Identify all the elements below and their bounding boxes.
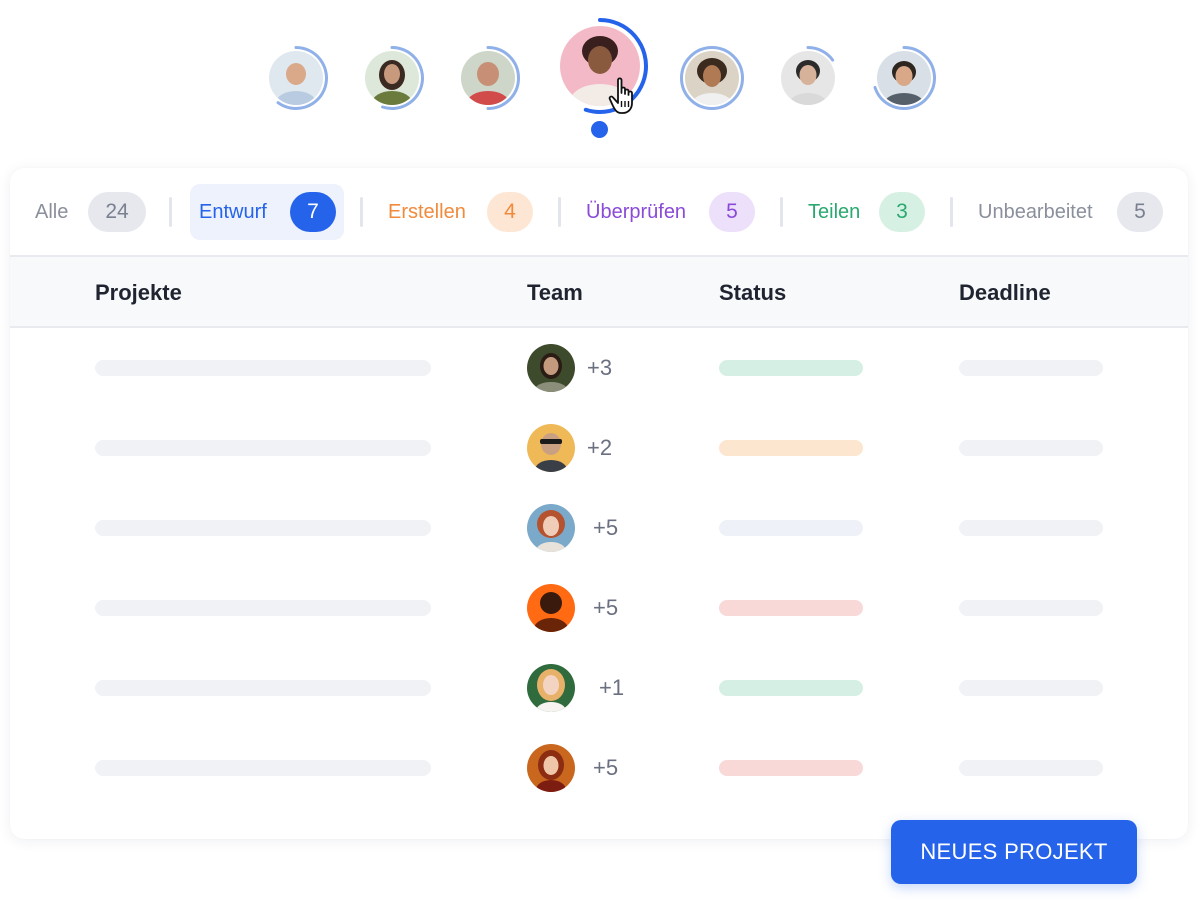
- column-header-projects[interactable]: Projekte: [95, 280, 182, 306]
- deadline-placeholder: [959, 520, 1103, 536]
- tab-label: Überprüfen: [586, 201, 687, 223]
- deadline-placeholder: [959, 680, 1103, 696]
- team-avatar: [527, 664, 575, 712]
- deadline-placeholder: [959, 760, 1103, 776]
- table-row[interactable]: +2: [10, 408, 1188, 488]
- column-header-deadline[interactable]: Deadline: [959, 280, 1051, 306]
- status-bar: [719, 680, 863, 696]
- avatar-1[interactable]: [264, 46, 328, 110]
- avatar-photo: [269, 51, 323, 105]
- avatar-3[interactable]: [456, 46, 520, 110]
- tab-label: Unbearbeitet: [978, 201, 1093, 223]
- tab-ueberpruefen[interactable]: Überprüfen 5: [578, 184, 758, 240]
- deadline-placeholder: [959, 360, 1103, 376]
- table-header: Projekte Team Status Deadline: [10, 255, 1188, 328]
- tab-erstellen[interactable]: Erstellen 4: [380, 184, 540, 240]
- status-bar: [719, 360, 863, 376]
- project-name-placeholder: [95, 360, 431, 376]
- tab-count-badge: 4: [487, 192, 533, 232]
- team-extra-count: +5: [593, 515, 619, 540]
- tab-count-badge: 5: [1117, 192, 1163, 232]
- project-name-placeholder: [95, 440, 431, 456]
- team-extra-count: +2: [587, 435, 613, 460]
- avatar-photo: [877, 51, 931, 105]
- team-extra-count: +1: [599, 675, 625, 700]
- avatar-5[interactable]: [680, 46, 744, 110]
- avatar-photo: [781, 51, 835, 105]
- team-avatar: [527, 344, 575, 392]
- avatar-photo: [685, 51, 739, 105]
- tab-label: Erstellen: [388, 201, 466, 223]
- status-bar: [719, 440, 863, 456]
- hand-cursor-icon: [608, 77, 633, 114]
- tab-alle[interactable]: Alle 24: [25, 184, 155, 240]
- deadline-placeholder: [959, 600, 1103, 616]
- tab-count-badge: 24: [88, 192, 146, 232]
- tab-divider: [950, 197, 953, 227]
- table-row[interactable]: +5: [10, 488, 1188, 568]
- tab-count-badge: 7: [290, 192, 336, 232]
- team-avatar: [527, 584, 575, 632]
- tab-teilen[interactable]: Teilen 3: [800, 184, 930, 240]
- tab-label: Teilen: [808, 201, 861, 223]
- tab-entwurf[interactable]: Entwurf 7: [190, 184, 344, 240]
- status-bar: [719, 520, 863, 536]
- status-bar: [719, 760, 863, 776]
- tab-label: Entwurf: [199, 201, 267, 223]
- avatar-photo: [365, 51, 419, 105]
- avatar-strip: [0, 0, 1200, 150]
- tab-divider: [780, 197, 783, 227]
- project-name-placeholder: [95, 520, 431, 536]
- project-name-placeholder: [95, 680, 431, 696]
- project-name-placeholder: [95, 600, 431, 616]
- team-extra-count: +3: [587, 355, 613, 380]
- tab-divider: [169, 197, 172, 227]
- table-row[interactable]: +1: [10, 648, 1188, 728]
- status-bar: [719, 600, 863, 616]
- status-tabs: Alle 24 Entwurf 7 Erstellen 4 Überprüfen…: [10, 168, 1188, 255]
- team-extra-count: +5: [593, 595, 619, 620]
- tab-count-badge: 5: [709, 192, 755, 232]
- team-avatar: [527, 504, 575, 552]
- column-header-team[interactable]: Team: [527, 280, 583, 306]
- team-extra-count: +5: [593, 755, 619, 780]
- table-row[interactable]: +5: [10, 728, 1188, 808]
- avatar-photo: [461, 51, 515, 105]
- tab-count-badge: 3: [879, 192, 925, 232]
- tab-divider: [558, 197, 561, 227]
- team-avatar: [527, 424, 575, 472]
- project-name-placeholder: [95, 760, 431, 776]
- avatar-2[interactable]: [360, 46, 424, 110]
- column-header-status[interactable]: Status: [719, 280, 786, 306]
- active-indicator-dot: [591, 121, 608, 138]
- tab-unbearbeitet[interactable]: Unbearbeitet 5: [970, 184, 1170, 240]
- tab-divider: [360, 197, 363, 227]
- team-avatar: [527, 744, 575, 792]
- table-row[interactable]: +5: [10, 568, 1188, 648]
- tab-label: Alle: [35, 201, 69, 223]
- new-project-button[interactable]: NEUES PROJEKT: [891, 820, 1137, 884]
- deadline-placeholder: [959, 440, 1103, 456]
- avatar-6[interactable]: [776, 46, 840, 110]
- avatar-7[interactable]: [872, 46, 936, 110]
- projects-card: Alle 24 Entwurf 7 Erstellen 4 Überprüfen…: [10, 168, 1188, 839]
- table-row[interactable]: +3: [10, 328, 1188, 408]
